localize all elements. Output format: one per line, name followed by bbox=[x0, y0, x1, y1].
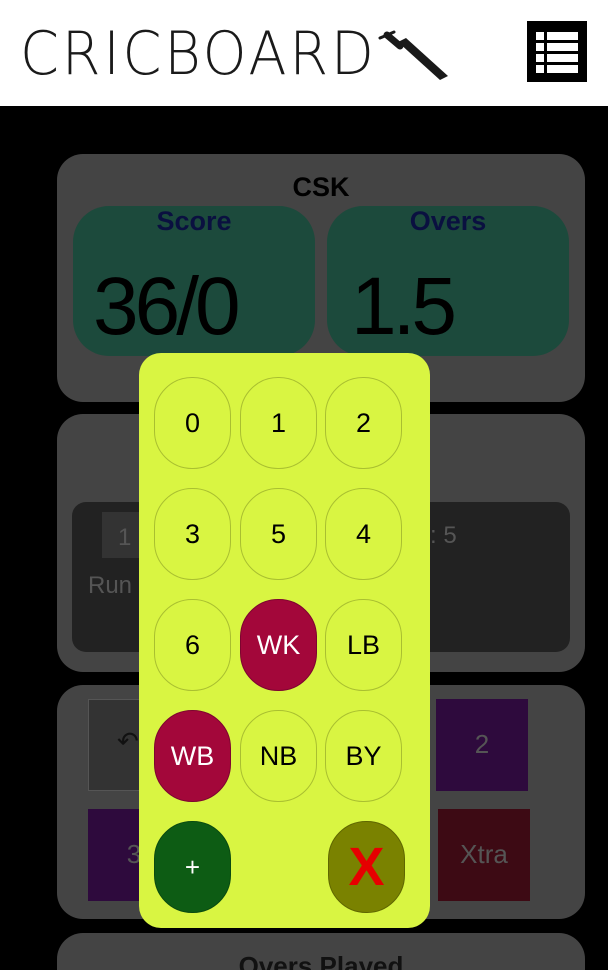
menu-button[interactable] bbox=[527, 21, 587, 82]
bye-button[interactable]: BY bbox=[325, 710, 402, 802]
no-ball-button[interactable]: NB bbox=[240, 710, 317, 802]
leg-bye-button[interactable]: LB bbox=[325, 599, 402, 691]
overs-played-card: Overs Played bbox=[57, 933, 585, 970]
app-header: CRICBOARD bbox=[0, 0, 608, 106]
cricket-bat-icon bbox=[378, 30, 448, 80]
logo-text: CRICBOARD bbox=[20, 19, 377, 89]
key-1[interactable]: 1 bbox=[240, 377, 317, 469]
xtra-button[interactable]: Xtra bbox=[438, 809, 530, 901]
overs-panel: Overs 1.5 bbox=[327, 206, 569, 356]
key-6[interactable]: 6 bbox=[154, 599, 231, 691]
close-button[interactable]: X bbox=[328, 821, 405, 913]
runs-label: Run bbox=[88, 572, 133, 599]
logo[interactable]: CRICBOARD bbox=[20, 24, 404, 84]
right-value: : 5 bbox=[430, 522, 457, 549]
ball-chip-value: 1 bbox=[118, 524, 132, 551]
team-name: CSK bbox=[292, 172, 350, 202]
key-4[interactable]: 4 bbox=[325, 488, 402, 580]
key-0[interactable]: 0 bbox=[154, 377, 231, 469]
list-menu-icon bbox=[536, 32, 578, 73]
wicket-button[interactable]: WK bbox=[240, 599, 317, 691]
key-5[interactable]: 5 bbox=[240, 488, 317, 580]
key-2[interactable]: 2 bbox=[325, 377, 402, 469]
key-3[interactable]: 3 bbox=[154, 488, 231, 580]
overs-label: Overs bbox=[409, 206, 487, 236]
score-panel: Score 36/0 bbox=[73, 206, 315, 356]
score-value: 36/0 bbox=[93, 261, 241, 352]
wide-ball-button[interactable]: WB bbox=[154, 710, 231, 802]
add-button[interactable]: + bbox=[154, 821, 231, 913]
undo-icon: ↶ bbox=[117, 726, 139, 756]
overs-played-title: Overs Played bbox=[238, 951, 404, 970]
run-keypad-popup: 0 1 2 3 5 4 6 WK LB WB NB BY + X bbox=[139, 353, 430, 928]
overs-value: 1.5 bbox=[351, 261, 457, 352]
two-button[interactable]: 2 bbox=[436, 699, 528, 791]
score-label: Score bbox=[156, 206, 232, 236]
xtra-label: Xtra bbox=[460, 839, 508, 869]
two-label: 2 bbox=[474, 729, 490, 759]
